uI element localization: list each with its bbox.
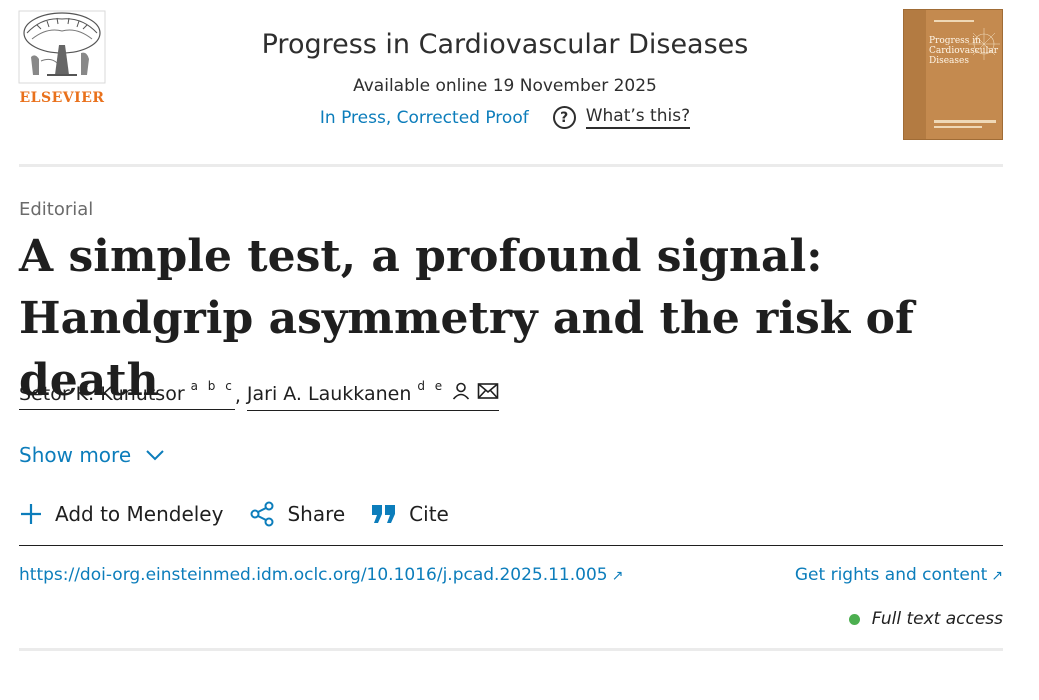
- show-more-label: Show more: [19, 443, 132, 467]
- access-label: Full text access: [871, 609, 1003, 629]
- author-name: Jari A. Laukkanen: [246, 382, 412, 405]
- external-link-icon: ↗: [611, 568, 624, 584]
- show-more-button[interactable]: Show more: [19, 443, 165, 467]
- external-link-icon: ↗: [991, 568, 1003, 584]
- person-icon: [451, 381, 471, 406]
- elsevier-logo[interactable]: ELSEVIER: [17, 9, 107, 109]
- article-status-row: In Press, Corrected Proof ? What’s this?: [170, 106, 840, 129]
- cite-button[interactable]: Cite: [371, 502, 449, 526]
- footer-divider: [19, 648, 1003, 651]
- rights-link[interactable]: Get rights and content ↗: [795, 565, 1003, 585]
- author-name: Setor K. Kunutsor: [19, 382, 185, 405]
- tree-logo-icon: [18, 10, 106, 84]
- author-separator: ,: [234, 385, 241, 407]
- article-actions: Add to Mendeley Share Cite: [19, 501, 449, 527]
- share-button[interactable]: Share: [249, 501, 345, 527]
- whats-this-label: What’s this?: [585, 106, 691, 129]
- add-to-mendeley-button[interactable]: Add to Mendeley: [19, 502, 223, 526]
- author-affiliations: a b c: [190, 378, 235, 393]
- publisher-name: ELSEVIER: [19, 90, 105, 106]
- doi-label: https://doi-org.einsteinmed.idm.oclc.org…: [19, 565, 608, 585]
- share-label: Share: [287, 502, 346, 526]
- author-affiliations: d e: [417, 378, 446, 393]
- author-list: Setor K. Kunutsor a b c , Jari A. Laukka…: [19, 378, 500, 411]
- cite-label: Cite: [409, 502, 449, 526]
- actions-divider: [19, 545, 1003, 546]
- available-online-date: Available online 19 November 2025: [353, 76, 657, 96]
- author-link[interactable]: Setor K. Kunutsor a b c: [19, 379, 235, 410]
- header-divider: [19, 164, 1003, 167]
- doi-link[interactable]: https://doi-org.einsteinmed.idm.oclc.org…: [19, 565, 623, 585]
- author-link[interactable]: Jari A. Laukkanen d e: [246, 378, 500, 411]
- share-icon: [250, 501, 274, 527]
- mendeley-label: Add to Mendeley: [55, 502, 224, 526]
- cover-rule: [934, 126, 982, 128]
- status-link[interactable]: In Press, Corrected Proof: [320, 108, 529, 128]
- envelope-icon: [477, 382, 499, 405]
- journal-title[interactable]: Progress in Cardiovascular Diseases: [170, 29, 840, 60]
- cover-title: Progress in Cardiovascular Diseases: [929, 36, 999, 66]
- journal-cover-image[interactable]: Progress in Cardiovascular Diseases: [903, 9, 1003, 140]
- access-indicator: Full text access: [848, 609, 1003, 629]
- access-status-dot-icon: [848, 613, 860, 625]
- quote-icon: [372, 505, 396, 523]
- question-circle-icon: ?: [552, 106, 576, 129]
- article-type: Editorial: [19, 199, 94, 220]
- chevron-down-icon: [146, 450, 164, 461]
- rights-label: Get rights and content: [794, 565, 988, 585]
- whats-this-button[interactable]: ? What’s this?: [552, 106, 691, 129]
- cover-rule: [934, 120, 996, 123]
- plus-icon: [21, 504, 41, 524]
